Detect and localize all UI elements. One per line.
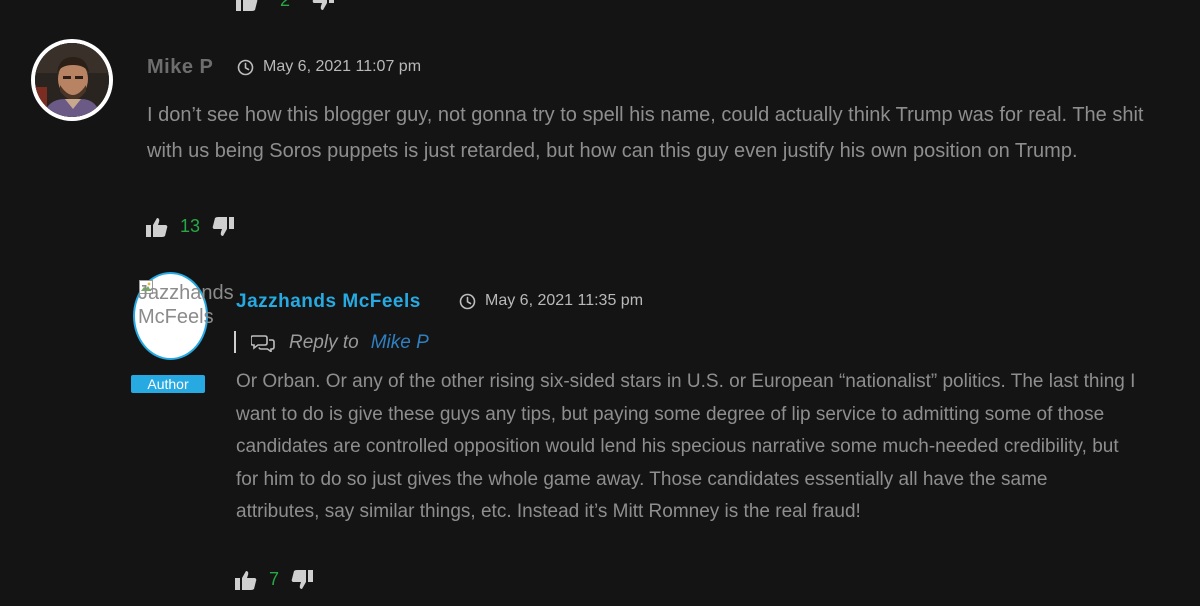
chat-bubbles-icon xyxy=(251,334,275,352)
comment-body: Or Orban. Or any of the other rising six… xyxy=(236,371,1136,523)
comment-meta: May 6, 2021 11:07 pm xyxy=(237,58,421,76)
user-photo-avatar-icon xyxy=(35,43,109,117)
reply-to: Reply to Mike P xyxy=(251,332,429,354)
previous-comment-votes: 2 xyxy=(236,0,335,11)
comment-meta: May 6, 2021 11:35 pm xyxy=(459,292,643,310)
thumbs-up-icon[interactable] xyxy=(235,570,257,590)
comment-timestamp[interactable]: May 6, 2021 11:07 pm xyxy=(263,58,421,76)
vote-row: 7 xyxy=(235,569,314,590)
thumbs-down-icon[interactable] xyxy=(291,569,314,590)
comment-author[interactable]: Jazzhands McFeels xyxy=(236,291,421,313)
upvote-count: 2 xyxy=(280,0,291,10)
clock-icon xyxy=(459,293,476,310)
upvote-count: 7 xyxy=(269,569,280,589)
thumbs-down-icon[interactable] xyxy=(212,216,235,237)
vote-row: 13 xyxy=(146,216,235,237)
avatar[interactable] xyxy=(31,39,113,121)
reply-to-link[interactable]: Mike P xyxy=(371,332,429,354)
comment-author[interactable]: Mike P xyxy=(147,56,213,79)
thumbs-down-icon[interactable] xyxy=(312,0,335,11)
comment-timestamp[interactable]: May 6, 2021 11:35 pm xyxy=(485,292,643,310)
author-badge: Author xyxy=(131,375,205,393)
reply-label: Reply to xyxy=(289,332,359,353)
divider xyxy=(234,331,236,353)
comment-body: I don’t see how this blogger guy, not go… xyxy=(147,104,1144,162)
comments-page: 2 Mike P May 6, 2021 11:07 pm I don’t se… xyxy=(0,0,1200,606)
thumbs-up-icon[interactable] xyxy=(146,217,168,237)
upvote-count: 13 xyxy=(180,216,201,236)
thumbs-up-icon[interactable] xyxy=(236,0,258,11)
clock-icon xyxy=(237,59,254,76)
